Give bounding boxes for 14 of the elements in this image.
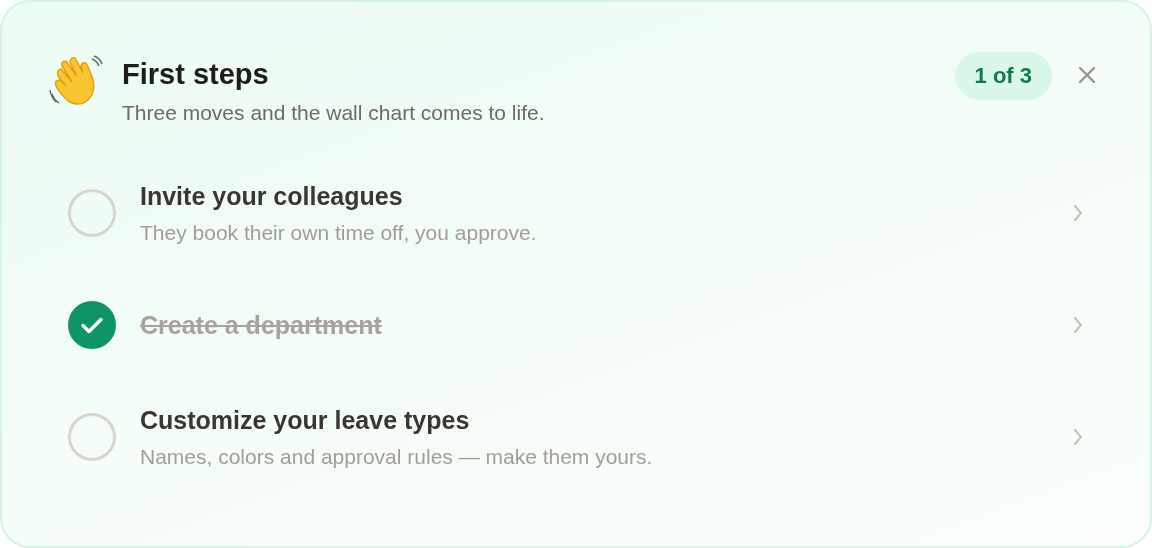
card-subtitle: Three moves and the wall chart comes to life.: [122, 101, 545, 125]
step-title[interactable]: Invite your colleagues: [140, 181, 403, 211]
chevron-icon[interactable]: [1072, 315, 1084, 335]
checkbox[interactable]: [68, 301, 116, 349]
checkbox[interactable]: [68, 413, 116, 461]
checkbox[interactable]: [68, 189, 116, 237]
step-description: Names, colors and approval rules — make them yours.: [140, 444, 653, 469]
progress-badge: 1 of 3: [954, 52, 1052, 100]
card-title: First steps: [122, 58, 269, 91]
chevron-icon[interactable]: [1072, 427, 1084, 447]
chevron-icon[interactable]: [1072, 203, 1084, 223]
step-title[interactable]: Customize your leave types: [140, 405, 470, 435]
step-description: They book their own time off, you approve.: [140, 220, 537, 245]
close-icon[interactable]: [1078, 66, 1096, 84]
